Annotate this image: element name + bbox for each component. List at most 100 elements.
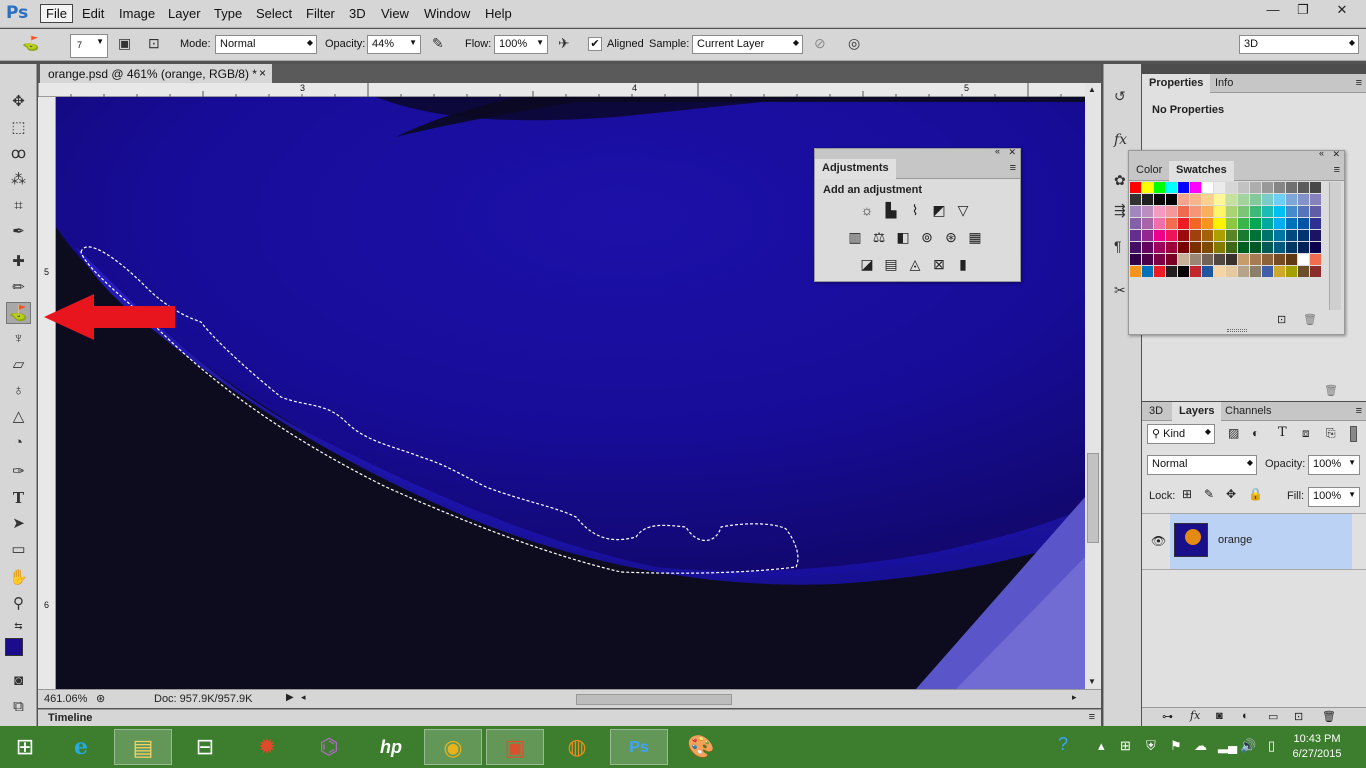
posterize-icon[interactable]: ▤ [883,256,899,272]
layer-style-icon[interactable]: fx [1190,709,1200,722]
swatch[interactable] [1310,218,1322,230]
paint-icon[interactable]: 🎨 [672,729,730,765]
file-explorer-icon[interactable]: ▤ [114,729,172,765]
invert-icon[interactable]: ◪ [859,256,875,272]
close-document-icon[interactable]: × [259,66,266,80]
brush-panel-icon[interactable]: ▣ [118,35,131,52]
swatch[interactable] [1226,206,1238,218]
close-panel-icon[interactable]: ✕ [1332,149,1340,160]
fill-field[interactable]: 100% ▼ [1308,487,1360,507]
gradient-map-icon[interactable]: ▮ [955,256,971,272]
firefox-icon[interactable]: ◍ [548,729,606,765]
swatch[interactable] [1154,206,1166,218]
swatch[interactable] [1238,242,1250,254]
swatch[interactable] [1310,194,1322,206]
pressure-opacity-icon[interactable]: ✎ [432,35,444,52]
battery-icon[interactable]: ▯ [1268,738,1275,754]
swatch[interactable] [1154,182,1166,194]
vertical-scrollbar[interactable]: ▲ ▼ [1085,83,1101,689]
swatch[interactable] [1238,230,1250,242]
photoshop-icon[interactable]: Ps [610,729,668,765]
swatch[interactable] [1142,218,1154,230]
swatch[interactable] [1250,218,1262,230]
workspace-select[interactable]: 3D ◆ [1239,35,1359,54]
swatch[interactable] [1178,206,1190,218]
swatch[interactable] [1214,194,1226,206]
swatch[interactable] [1130,266,1142,278]
status-menu-arrow-icon[interactable]: ▶ [286,692,294,703]
restore-button[interactable]: ❐ [1288,0,1318,20]
swatch[interactable] [1154,218,1166,230]
color-balance-icon[interactable]: ⚖ [871,229,887,245]
swatch[interactable] [1226,182,1238,194]
tab-info[interactable]: Info [1208,74,1240,93]
tab-properties[interactable]: Properties [1142,74,1211,93]
levels-icon[interactable]: ▙ [883,202,899,218]
history-brush-tool-icon[interactable]: ♆ [6,328,31,350]
swatch[interactable] [1262,230,1274,242]
sample-select[interactable]: Current Layer ◆ [692,35,803,54]
blur-tool-icon[interactable]: △ [6,406,31,428]
menu-3d[interactable]: 3D [349,6,366,21]
zoom-level[interactable]: 461.06% [44,693,87,705]
menu-view[interactable]: View [381,6,409,21]
menu-edit[interactable]: Edit [82,6,104,21]
swatch[interactable] [1202,218,1214,230]
tab-swatches[interactable]: Swatches [1169,161,1234,181]
show-hidden-icons[interactable]: ▴ [1098,738,1105,754]
mode-select[interactable]: Normal ◆ [215,35,317,54]
adjustment-layer-icon[interactable]: ◐ [1242,710,1249,722]
swatch[interactable] [1298,182,1310,194]
swatch[interactable] [1142,182,1154,194]
swatch[interactable] [1250,194,1262,206]
swatch[interactable] [1130,242,1142,254]
swatch[interactable] [1154,242,1166,254]
swatch[interactable] [1262,254,1274,266]
start-icon[interactable]: ⊞ [0,729,50,765]
swatch[interactable] [1250,182,1262,194]
delete-layer-icon[interactable]: 🗑 [1322,710,1336,723]
swatch[interactable] [1166,230,1178,242]
filter-toggle[interactable] [1350,426,1357,442]
swatch[interactable] [1250,206,1262,218]
swatch[interactable] [1142,254,1154,266]
swatch[interactable] [1310,230,1322,242]
quick-mask-icon[interactable]: ◙ [6,670,31,692]
swatch[interactable] [1226,266,1238,278]
swatch[interactable] [1166,182,1178,194]
lock-transparent-icon[interactable]: ⊞ [1182,487,1192,501]
chrome-icon[interactable]: ◉ [424,729,482,765]
vertical-scroll-thumb[interactable] [1087,453,1099,543]
menu-file[interactable]: File [40,4,73,23]
swatch[interactable] [1202,206,1214,218]
swatch[interactable] [1298,266,1310,278]
swatch[interactable] [1214,206,1226,218]
flow-field[interactable]: 100% ▼ [494,35,548,54]
swatch[interactable] [1166,218,1178,230]
opacity-field[interactable]: 44% ▼ [367,35,421,54]
menu-help[interactable]: Help [485,6,512,21]
swatch[interactable] [1274,242,1286,254]
clone-stamp-preset-icon[interactable]: ⛳ [22,35,39,52]
swatch[interactable] [1286,206,1298,218]
eye-icon[interactable]: 👁 [1151,534,1166,548]
rectangle-tool-icon[interactable]: ▭ [6,539,31,561]
swatch[interactable] [1226,242,1238,254]
layer-row[interactable]: orange [1170,514,1352,569]
panel-menu-icon[interactable]: ≡ [1089,711,1095,723]
layer-name[interactable]: orange [1218,534,1252,546]
hand-tool-icon[interactable]: ✋ [6,567,31,589]
swatch[interactable] [1226,194,1238,206]
filter-shape-icon[interactable]: ⧈ [1302,426,1310,441]
swatch[interactable] [1214,266,1226,278]
swatch[interactable] [1286,242,1298,254]
resize-grip[interactable] [1227,329,1247,332]
hp-icon[interactable]: hp [362,729,420,765]
lock-all-icon[interactable]: 🔒 [1248,487,1263,501]
tab-3d[interactable]: 3D [1142,402,1170,421]
swatches-scrollbar[interactable] [1329,182,1341,310]
swatch[interactable] [1250,266,1262,278]
tray-flag-icon[interactable]: ⚑ [1170,738,1182,754]
tab-layers[interactable]: Layers [1172,402,1222,421]
store-icon[interactable]: ⊟ [176,729,234,765]
